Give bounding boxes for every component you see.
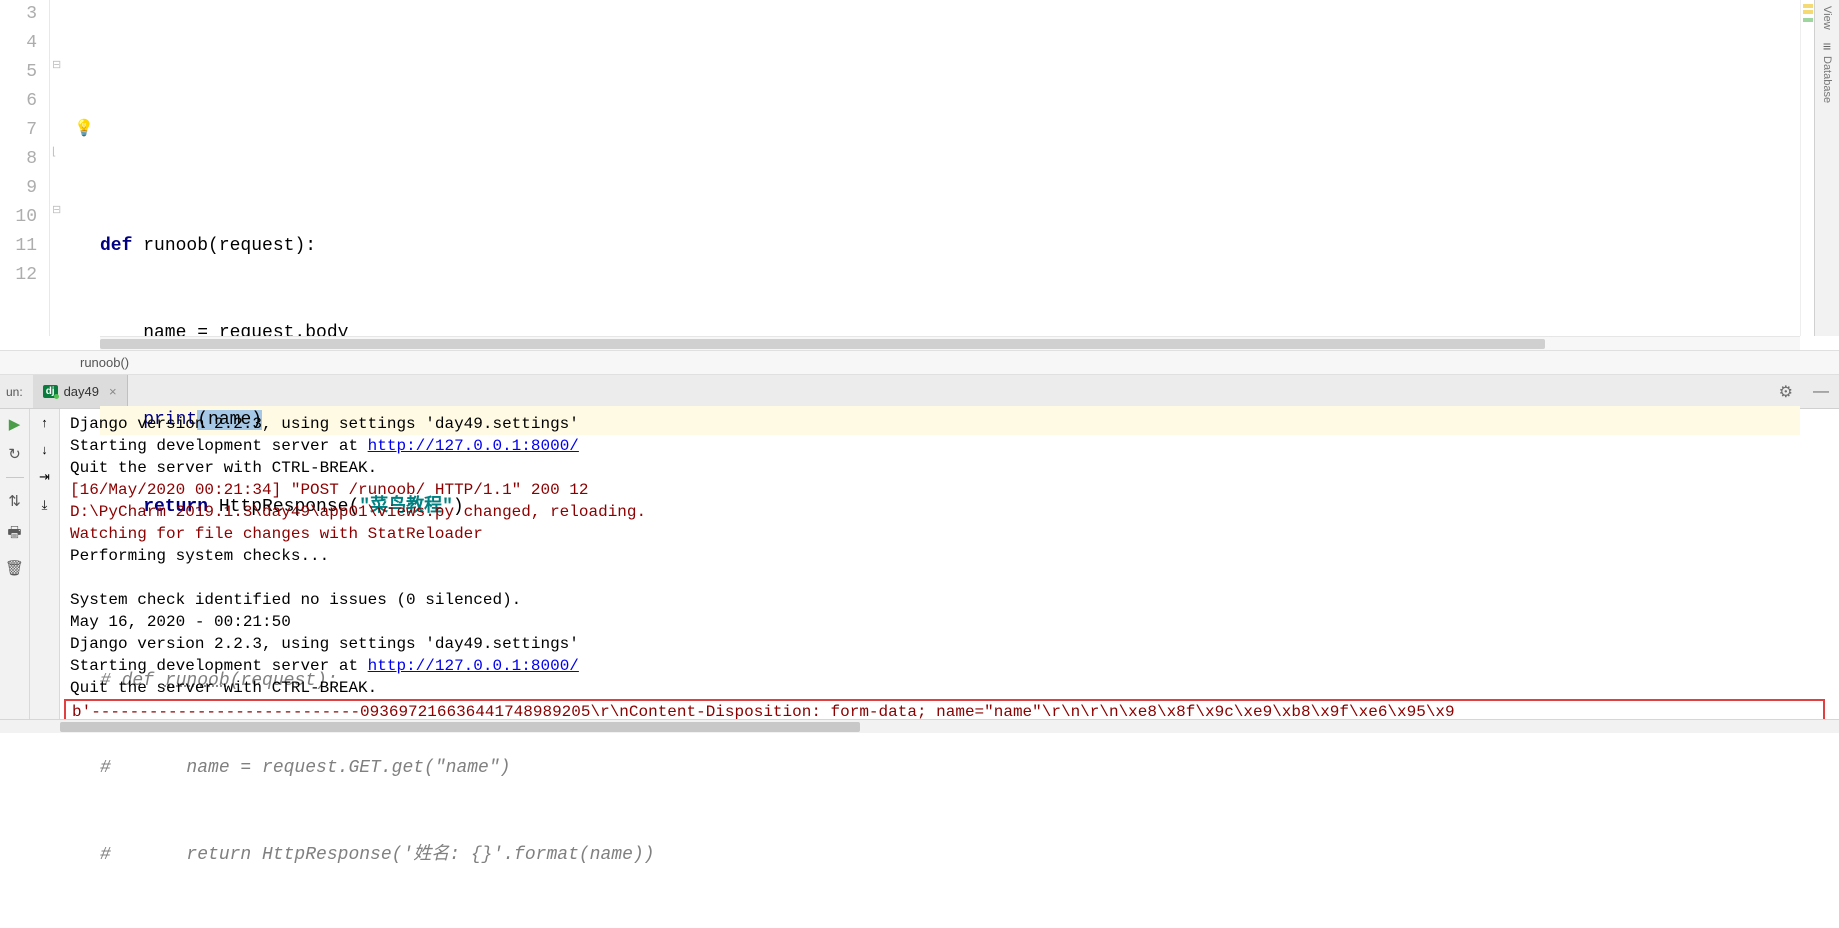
code-line[interactable]: # return HttpResponse('姓名: {}'.format(na… <box>100 841 1800 870</box>
console-line: Django version 2.2.3, using settings 'da… <box>70 635 579 653</box>
console-line: Performing system checks... <box>70 547 329 565</box>
url-link[interactable]: http://127.0.0.1:8000/ <box>368 437 579 455</box>
comment: # return HttpResponse('姓名: {}'.format(na… <box>100 845 654 865</box>
fold-column: ⊟ ⌊ ⊟ <box>50 0 70 336</box>
scroll-end-icon[interactable]: ⤓ <box>42 497 48 513</box>
scrollbar-thumb[interactable] <box>60 722 860 732</box>
right-tool-strip: View ≡ Database <box>1814 0 1839 336</box>
fold-minus-icon[interactable]: ⊟ <box>52 203 61 216</box>
run-label: un: <box>0 385 33 399</box>
trash-icon[interactable]: 🗑 <box>5 559 24 577</box>
url-link[interactable]: http://127.0.0.1:8000/ <box>368 657 579 675</box>
ide-window: 3 4 5 6 7 8 9 10 11 12 ⊟ ⌊ ⊟ 💡 def runoo… <box>0 0 1839 733</box>
line-number: 5 <box>0 58 37 87</box>
comment: # name = request.GET.get("name") <box>100 758 510 778</box>
soft-wrap-icon[interactable]: ⇥ <box>39 469 50 485</box>
console-line: Django version 2.2.3, using settings 'da… <box>70 415 579 433</box>
console-line: D:\PyCharm 2019.1.3\day49\app01\views.py… <box>70 503 646 521</box>
code-line[interactable] <box>100 58 1800 87</box>
console-line: Quit the server with CTRL-BREAK. <box>70 459 377 477</box>
intention-column: 💡 <box>70 0 100 336</box>
fold-end-icon: ⌊ <box>52 145 56 158</box>
intention-bulb-icon[interactable]: 💡 <box>74 118 94 138</box>
line-number: 9 <box>0 174 37 203</box>
warning-marker[interactable] <box>1803 4 1813 8</box>
rerun-icon[interactable]: ▶ <box>9 415 21 433</box>
console-line: [16/May/2020 00:21:34] "POST /runoob/ HT… <box>70 481 588 499</box>
up-arrow-icon[interactable]: ↑ <box>41 415 48 430</box>
line-number: 6 <box>0 87 37 116</box>
keyword-def: def <box>100 236 143 256</box>
ok-marker[interactable] <box>1803 18 1813 22</box>
code-line[interactable] <box>100 145 1800 174</box>
warning-marker[interactable] <box>1803 10 1813 14</box>
database-icon[interactable]: ≡ <box>1823 38 1831 54</box>
line-number-gutter: 3 4 5 6 7 8 9 10 11 12 <box>0 0 50 336</box>
console-toolbar-left: ▶ ↻ ⇅ 🖶 🗑 <box>0 409 30 719</box>
console-line: Starting development server at http://12… <box>70 657 579 675</box>
django-icon: dj <box>43 385 58 398</box>
console-horizontal-scrollbar[interactable] <box>0 719 1839 733</box>
function-name: runoob <box>143 236 208 256</box>
toggle-layout-icon[interactable]: ⇅ <box>8 492 21 510</box>
print-icon[interactable]: 🖶 <box>7 522 21 547</box>
fold-minus-icon[interactable]: ⊟ <box>52 58 61 71</box>
console-line: May 16, 2020 - 00:21:50 <box>70 613 291 631</box>
error-marker-strip[interactable] <box>1800 0 1814 336</box>
down-arrow-icon[interactable]: ↓ <box>41 442 48 457</box>
scrollbar-thumb[interactable] <box>100 339 1545 349</box>
code-line[interactable]: def runoob(request): <box>100 232 1800 261</box>
editor-horizontal-scrollbar[interactable] <box>100 336 1800 350</box>
minimize-icon[interactable]: — <box>1803 383 1839 401</box>
line-number: 4 <box>0 29 37 58</box>
console-line: Quit the server with CTRL-BREAK. <box>70 679 377 697</box>
console-line: Watching for file changes with StatReloa… <box>70 525 483 543</box>
line-number: 12 <box>0 261 37 290</box>
console-line: System check identified no issues (0 sil… <box>70 591 521 609</box>
console-panel: ▶ ↻ ⇅ 🖶 🗑 ↑ ↓ ⇥ ⤓ Django version 2.2.3, … <box>0 409 1839 719</box>
highlighted-output: b'----------------------------0936972166… <box>64 699 1825 719</box>
console-line: Starting development server at http://12… <box>70 437 579 455</box>
line-number: 11 <box>0 232 37 261</box>
database-tool-button[interactable]: Database <box>1821 56 1833 103</box>
editor-area: 3 4 5 6 7 8 9 10 11 12 ⊟ ⌊ ⊟ 💡 def runoo… <box>0 0 1839 336</box>
line-number: 7 <box>0 116 37 145</box>
console-toolbar-left2: ↑ ↓ ⇥ ⤓ <box>30 409 60 719</box>
code-line[interactable]: # name = request.GET.get("name") <box>100 754 1800 783</box>
view-tool-button[interactable]: View <box>1821 6 1833 30</box>
line-number: 10 <box>0 203 37 232</box>
line-number: 8 <box>0 145 37 174</box>
code-text: (request): <box>208 236 316 256</box>
run-tab-label: day49 <box>64 384 99 399</box>
stop-icon[interactable]: ↻ <box>8 445 21 463</box>
code-editor[interactable]: def runoob(request): name = request.body… <box>100 0 1800 336</box>
line-number: 3 <box>0 0 37 29</box>
console-output[interactable]: Django version 2.2.3, using settings 'da… <box>60 409 1839 719</box>
